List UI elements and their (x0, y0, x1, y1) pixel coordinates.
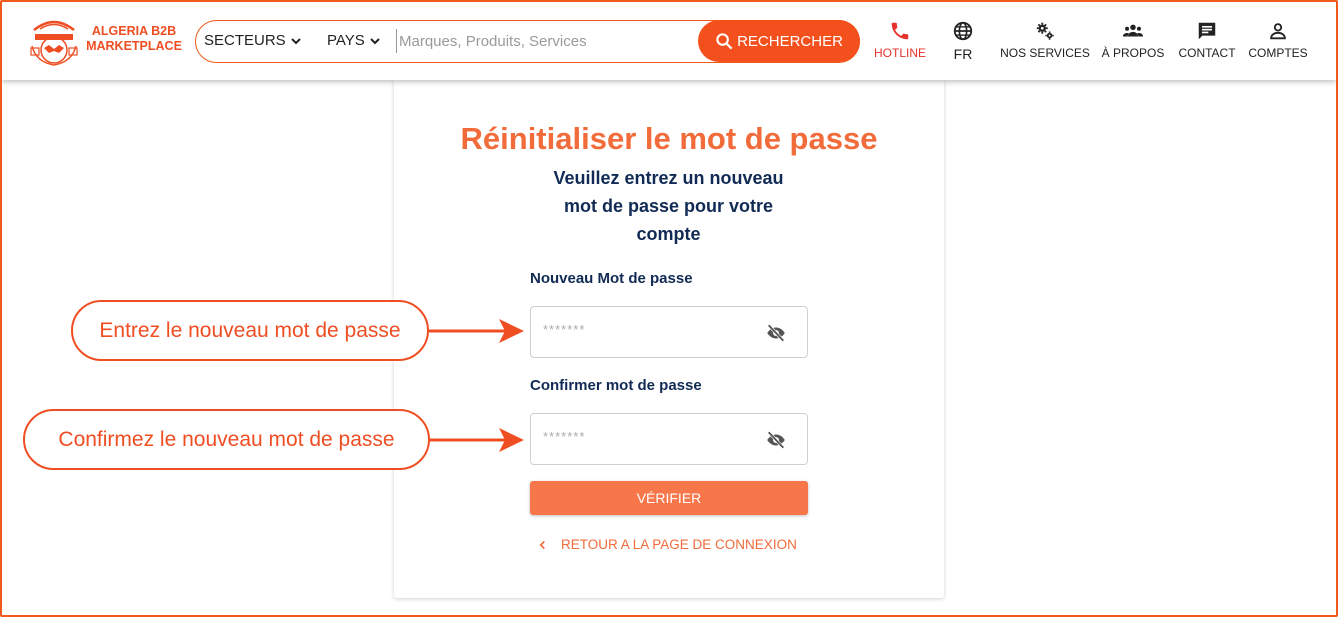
nav-services[interactable]: NOS SERVICES (998, 20, 1092, 60)
back-to-login-link[interactable]: RETOUR A LA PAGE DE CONNEXION (538, 537, 797, 552)
search-button-label: RECHERCHER (737, 32, 843, 50)
nav-contact[interactable]: CONTACT (1174, 20, 1240, 60)
subtitle-line3: compte (636, 224, 701, 244)
gears-icon (1036, 22, 1054, 40)
chevron-down-icon (290, 37, 301, 44)
confirm-password-field[interactable]: ******* (530, 413, 808, 465)
chevron-down-icon (370, 37, 380, 44)
eye-off-icon[interactable] (765, 429, 787, 451)
phone-icon (891, 22, 909, 40)
page-title: Réinitialiser le mot de passe (460, 121, 878, 156)
subtitle-line2: mot de passe pour votre (563, 196, 774, 216)
new-password-label: Nouveau Mot de passe (530, 270, 693, 287)
top-header: ALGERIA B2B MARKETPLACE SECTEURS PAYS RE… (2, 2, 1336, 80)
confirm-password-value: ******* (543, 429, 586, 444)
nav-about-label: À PROPOS (1101, 46, 1165, 60)
nav-language[interactable]: FR (946, 20, 980, 62)
search-input[interactable] (396, 29, 686, 53)
callout-new-password: Entrez le nouveau mot de passe (71, 300, 429, 361)
brand-line2: MARKETPLACE (86, 39, 182, 53)
new-password-field[interactable]: ******* (530, 306, 808, 358)
nav-about[interactable]: À PROPOS (1098, 20, 1168, 60)
arrow-right-icon (429, 319, 524, 343)
group-icon (1122, 24, 1144, 37)
brand-line1: ALGERIA B2B (91, 24, 177, 38)
verify-button[interactable]: VÉRIFIER (530, 481, 808, 515)
subtitle-line1: Veuillez entrez un nouveau (553, 168, 784, 188)
callout-confirm-password-text: Confirmez le nouveau mot de passe (58, 427, 395, 451)
search-button[interactable]: RECHERCHER (698, 20, 860, 62)
brand-name[interactable]: ALGERIA B2B MARKETPLACE (84, 24, 184, 54)
callout-confirm-password: Confirmez le nouveau mot de passe (23, 409, 430, 470)
callout-new-password-text: Entrez le nouveau mot de passe (99, 318, 401, 342)
search-bar: SECTEURS PAYS RECHERCHER (195, 20, 860, 63)
nav-hotline-label: HOTLINE (873, 46, 926, 60)
arrow-right-icon (429, 428, 524, 452)
countries-dropdown[interactable]: PAYS (327, 32, 381, 49)
nav-language-label: FR (953, 46, 973, 62)
nav-accounts[interactable]: COMPTES (1244, 20, 1312, 60)
chevron-left-icon (539, 540, 545, 549)
user-icon (1270, 23, 1286, 40)
logo[interactable] (28, 12, 80, 68)
sectors-label: SECTEURS (204, 32, 286, 49)
chat-icon (1198, 22, 1216, 40)
confirm-password-label: Confirmer mot de passe (530, 377, 702, 394)
nav-accounts-label: COMPTES (1248, 46, 1308, 60)
globe-icon (953, 21, 973, 41)
back-to-login-label: RETOUR A LA PAGE DE CONNEXION (561, 537, 797, 552)
nav-contact-label: CONTACT (1178, 46, 1236, 60)
new-password-value: ******* (543, 322, 586, 337)
eye-off-icon[interactable] (765, 322, 787, 344)
tenacious-globe-logo-icon (30, 20, 78, 66)
nav-hotline[interactable]: HOTLINE (870, 20, 930, 60)
nav-services-label: NOS SERVICES (1000, 46, 1090, 60)
page-subtitle: Veuillez entrez un nouveau mot de passe … (531, 164, 806, 248)
search-icon (716, 32, 733, 49)
sectors-dropdown[interactable]: SECTEURS (204, 32, 302, 49)
countries-label: PAYS (327, 32, 365, 49)
